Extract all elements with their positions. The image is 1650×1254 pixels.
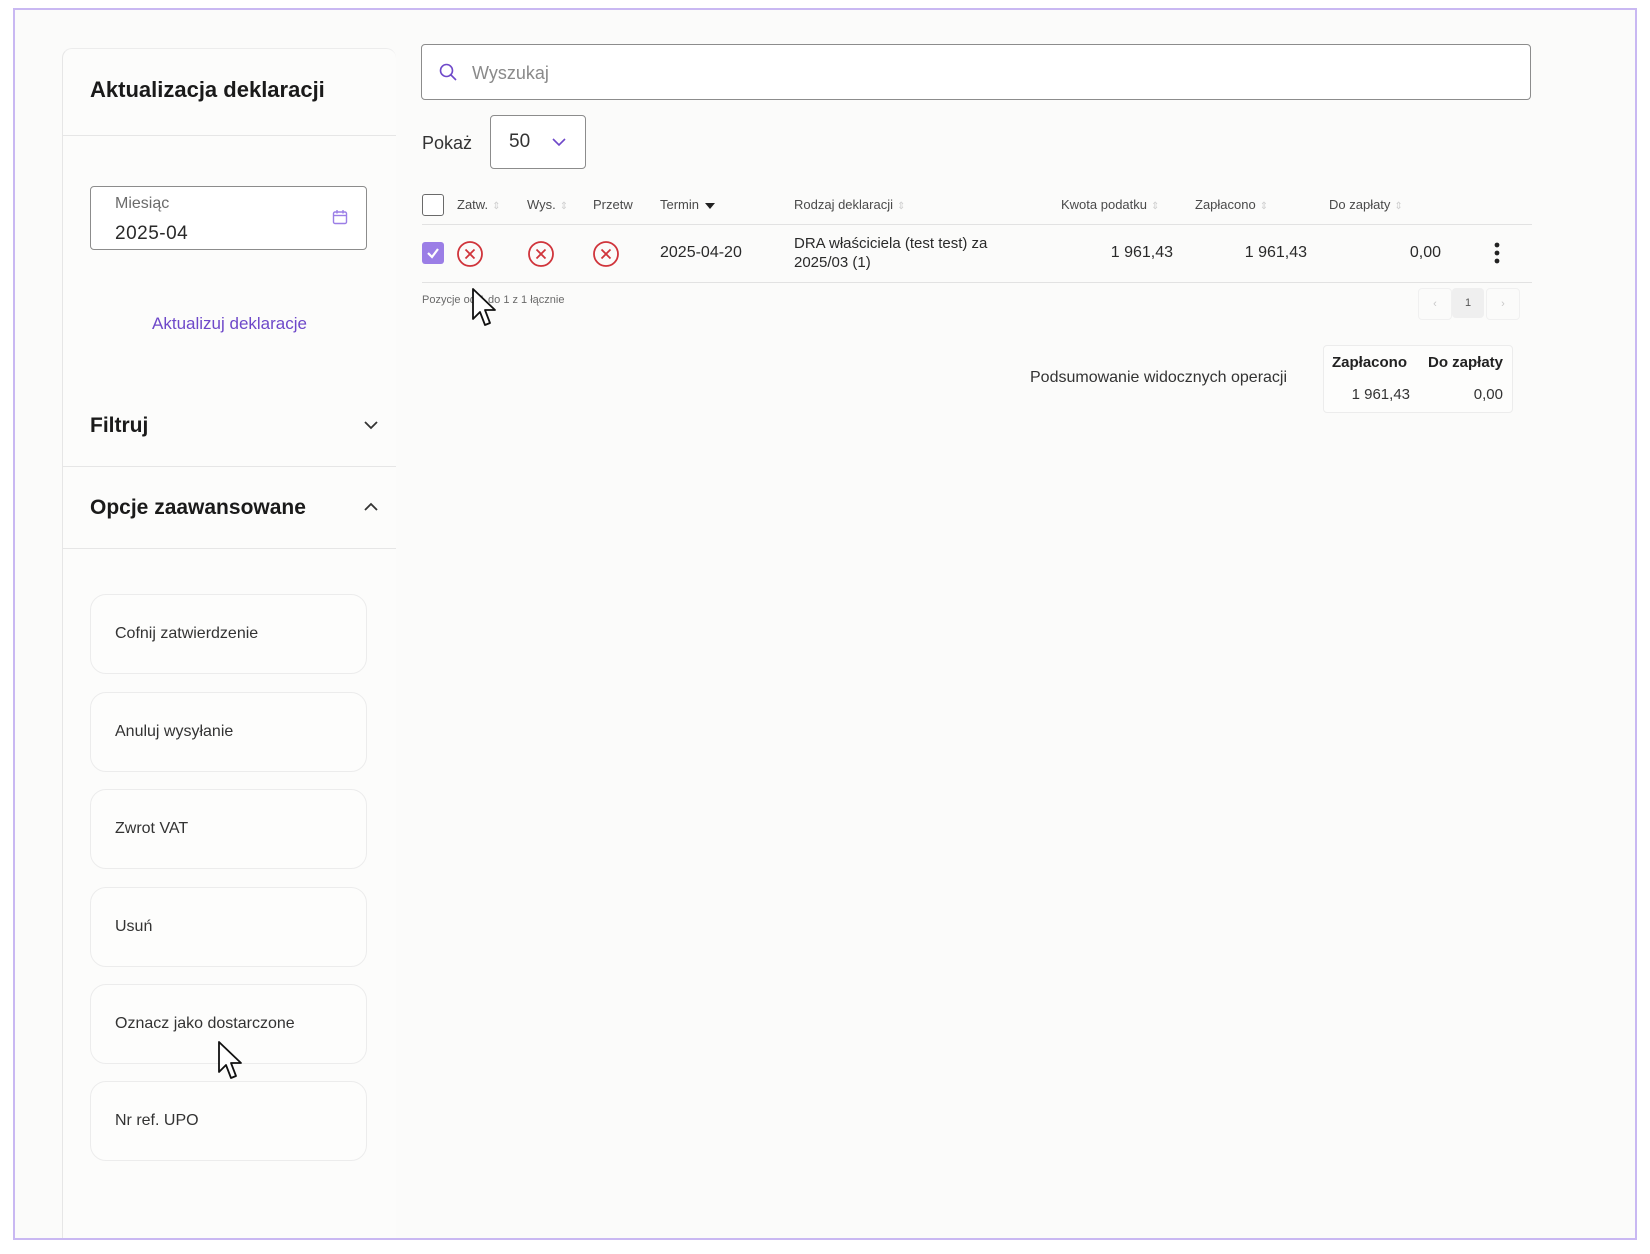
filter-accordion[interactable]: Filtruj (90, 414, 380, 438)
app-frame: Aktualizacja deklaracji Miesiąc 2025-04 … (13, 8, 1637, 1240)
sort-icon: ⇕ (1394, 201, 1403, 212)
more-actions-icon[interactable] (1493, 242, 1501, 264)
delete-button[interactable]: Usuń (90, 887, 367, 967)
update-declarations-link[interactable]: Aktualizuj deklaracje (63, 314, 396, 334)
filter-accordion-label: Filtruj (90, 414, 149, 437)
sort-icon: ⇕ (559, 201, 569, 212)
undo-approval-button[interactable]: Cofnij zatwierdzenie (90, 594, 367, 674)
row-checkbox[interactable] (422, 242, 444, 264)
divider (63, 135, 396, 136)
not-approved-icon (457, 241, 483, 267)
sort-icon: ⇕ (492, 201, 501, 212)
month-field-value: 2025-04 (115, 223, 189, 244)
chevron-down-icon (364, 421, 378, 430)
summary-paid-header: Zapłacono (1332, 354, 1408, 371)
column-header-paid[interactable]: Zapłacono ⇕ (1195, 197, 1268, 212)
vat-refund-button[interactable]: Zwrot VAT (90, 789, 367, 869)
summary-due-value: 0,00 (1473, 386, 1503, 403)
column-header-label: Do zapłaty (1329, 197, 1391, 212)
row-paid: 1 961,43 (1244, 244, 1307, 261)
row-tax-amount: 1 961,43 (1110, 244, 1173, 261)
row-type: DRA właściciela (test test) za 2025/03 (… (794, 234, 987, 272)
column-header-due[interactable]: Do zapłaty ⇕ (1329, 197, 1403, 212)
sort-icon: ⇕ (1151, 201, 1160, 212)
column-header-label: Rodzaj deklaracji (794, 197, 893, 212)
divider (63, 466, 396, 467)
cancel-sending-button[interactable]: Anuluj wysyłanie (90, 692, 367, 772)
summary-label: Podsumowanie widocznych operacji (1030, 369, 1288, 386)
mouse-cursor-icon (472, 288, 496, 326)
sort-desc-icon (705, 202, 716, 209)
show-label: Pokaż (422, 133, 473, 153)
sort-icon: ⇕ (1259, 201, 1269, 212)
column-header-label: Kwota podatku (1061, 197, 1148, 212)
column-header-processed: Przetw (593, 197, 633, 212)
pagination-next-button[interactable]: › (1486, 288, 1520, 320)
column-header-deadline[interactable]: Termin (660, 197, 716, 212)
pagination-prev-button[interactable]: ‹ (1418, 288, 1452, 320)
search-input[interactable] (470, 45, 1474, 101)
pagination-page-button[interactable]: 1 (1452, 288, 1484, 318)
column-header-sent[interactable]: Wys. ⇕ (527, 197, 568, 212)
row-type-line2: 2025/03 (1) (794, 254, 871, 271)
column-header-type[interactable]: Rodzaj deklaracji ⇕ (794, 197, 905, 212)
column-header-approved[interactable]: Zatw. ⇕ (457, 197, 500, 212)
not-processed-icon (593, 241, 619, 267)
sort-icon: ⇕ (897, 201, 906, 212)
row-due: 0,00 (1409, 244, 1441, 261)
page-size-value: 50 (509, 131, 531, 152)
select-all-checkbox[interactable] (422, 194, 444, 216)
column-header-label: Przetw (593, 197, 633, 212)
not-sent-icon (528, 241, 554, 267)
sidebar-title: Aktualizacja deklaracji (90, 77, 325, 102)
upo-ref-button[interactable]: Nr ref. UPO (90, 1081, 367, 1161)
column-header-label: Wys. (527, 197, 556, 212)
chevron-up-icon (364, 502, 378, 511)
table-header-divider (422, 224, 1532, 225)
summary-paid-value: 1 961,43 (1351, 386, 1410, 403)
column-header-label: Termin (660, 197, 700, 212)
row-deadline: 2025-04-20 (660, 244, 742, 261)
month-field[interactable]: Miesiąc 2025-04 (90, 186, 367, 250)
advanced-options-accordion[interactable]: Opcje zaawansowane (90, 496, 380, 520)
column-header-label: Zatw. (457, 197, 489, 212)
month-field-label: Miesiąc (115, 195, 170, 212)
search-icon (439, 63, 457, 81)
summary-due-header: Do zapłaty (1427, 354, 1503, 371)
column-header-tax-amount[interactable]: Kwota podatku ⇕ (1061, 197, 1159, 212)
divider (63, 548, 396, 549)
advanced-options-label: Opcje zaawansowane (90, 496, 306, 519)
check-icon (427, 248, 439, 259)
row-type-line1: DRA właściciela (test test) za (794, 235, 988, 252)
summary-table: Zapłacono Do zapłaty 1 961,43 0,00 (1323, 345, 1513, 413)
chevron-down-icon (552, 138, 566, 147)
page-size-select[interactable]: 50 (490, 115, 586, 169)
column-header-label: Zapłacono (1195, 197, 1256, 212)
mouse-cursor-icon (218, 1041, 242, 1079)
table-row-divider (422, 282, 1532, 283)
calendar-icon[interactable] (332, 209, 348, 225)
search-bar[interactable] (421, 44, 1531, 101)
